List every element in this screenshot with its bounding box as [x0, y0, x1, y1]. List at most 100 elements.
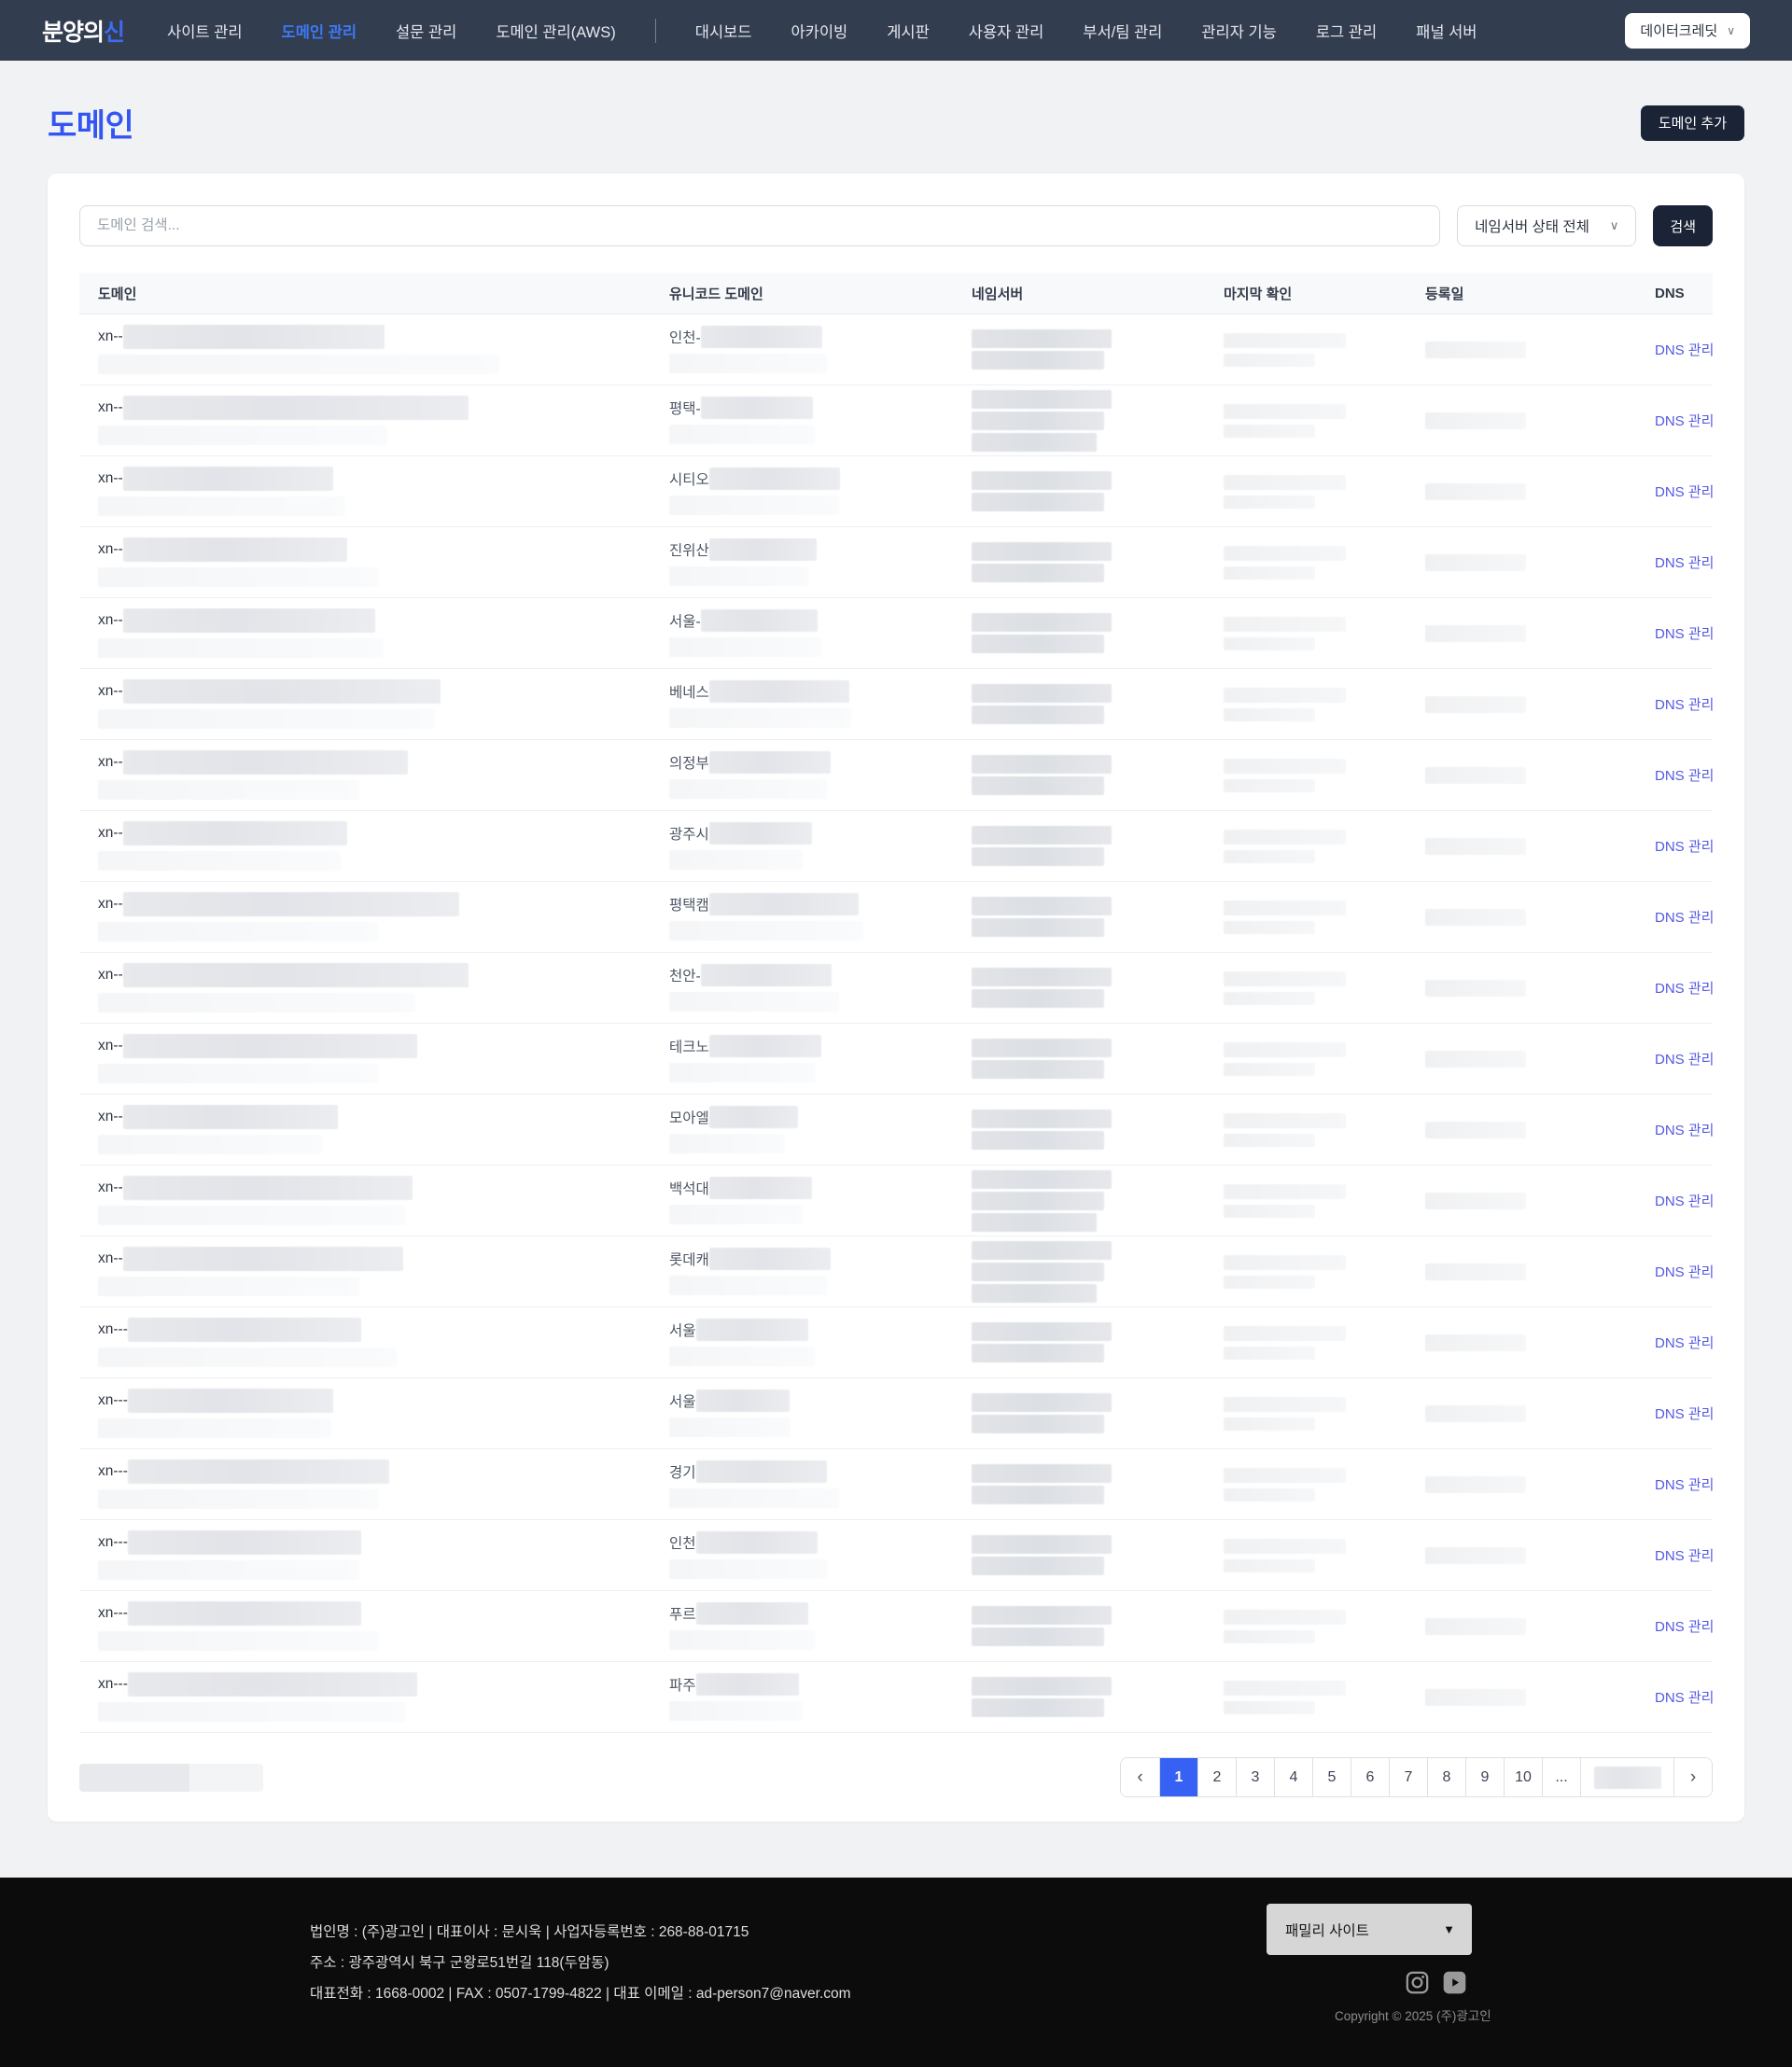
dns-manage-link[interactable]: DNS 관리 — [1655, 555, 1714, 571]
nav-item-부서/팀 관리[interactable]: 부서/팀 관리 — [1083, 20, 1162, 42]
dns-manage-link[interactable]: DNS 관리 — [1655, 1406, 1714, 1422]
redacted-block — [972, 471, 1112, 490]
redacted-block — [709, 822, 812, 845]
dns-manage-link[interactable]: DNS 관리 — [1655, 1052, 1714, 1068]
cell-last-check — [1205, 1397, 1407, 1431]
nav-item-관리자 기능[interactable]: 관리자 기능 — [1201, 20, 1276, 42]
unicode-prefix: 인천 — [669, 1532, 696, 1553]
redacted-block — [701, 964, 832, 986]
dns-manage-link[interactable]: DNS 관리 — [1655, 1477, 1714, 1493]
chevron-down-icon: ∨ — [1727, 24, 1735, 37]
nav-item-사이트 관리[interactable]: 사이트 관리 — [167, 20, 242, 42]
dns-manage-link[interactable]: DNS 관리 — [1655, 1264, 1714, 1280]
cell-last-check — [1205, 830, 1407, 863]
redacted-block — [1224, 1042, 1346, 1057]
cell-registered-date — [1407, 1476, 1636, 1493]
youtube-icon[interactable] — [1442, 1970, 1467, 1995]
pagination-page-4[interactable]: 4 — [1274, 1758, 1312, 1796]
cell-unicode-domain: 인천 — [651, 1531, 953, 1579]
nav-item-아카이빙[interactable]: 아카이빙 — [791, 20, 848, 42]
redacted-block — [972, 1263, 1104, 1281]
nav-divider — [655, 19, 656, 43]
dns-manage-link[interactable]: DNS 관리 — [1655, 910, 1714, 926]
pagination-page-9[interactable]: 9 — [1465, 1758, 1504, 1796]
add-domain-button[interactable]: 도메인 추가 — [1641, 105, 1744, 141]
pagination-page-5[interactable]: 5 — [1312, 1758, 1351, 1796]
cell-unicode-domain: 롯데캐 — [651, 1248, 953, 1295]
redacted-block — [972, 1284, 1097, 1303]
dns-manage-link[interactable]: DNS 관리 — [1655, 1194, 1714, 1209]
cell-registered-date — [1407, 1547, 1636, 1564]
pagination-next-button[interactable]: › — [1673, 1758, 1712, 1796]
brand-logo[interactable]: 분양의신 — [42, 14, 124, 48]
search-button[interactable]: 검색 — [1653, 205, 1713, 246]
redacted-block — [972, 968, 1112, 986]
redacted-block — [972, 897, 1112, 915]
domain-line: xn--- — [98, 1318, 651, 1342]
domain-search-input[interactable] — [79, 205, 1440, 246]
redacted-block — [128, 1389, 333, 1413]
dns-manage-link[interactable]: DNS 관리 — [1655, 484, 1714, 500]
dns-manage-link[interactable]: DNS 관리 — [1655, 626, 1714, 642]
redacted-block — [1224, 566, 1315, 580]
nameserver-status-filter[interactable]: 네임서버 상태 전체 ∨ — [1457, 205, 1636, 246]
unicode-line: 진위산 — [669, 538, 953, 561]
pagination-page-2[interactable]: 2 — [1197, 1758, 1236, 1796]
dns-manage-link[interactable]: DNS 관리 — [1655, 768, 1714, 784]
redacted-block — [972, 1039, 1112, 1057]
pagination-page-7[interactable]: 7 — [1389, 1758, 1427, 1796]
cell-registered-date — [1407, 1193, 1636, 1209]
nav-item-사용자 관리[interactable]: 사용자 관리 — [969, 20, 1043, 42]
redacted-block — [1224, 617, 1346, 632]
pagination-page-6[interactable]: 6 — [1351, 1758, 1389, 1796]
cell-unicode-domain: 모아엘 — [651, 1106, 953, 1153]
instagram-icon[interactable] — [1405, 1970, 1430, 1995]
dns-manage-link[interactable]: DNS 관리 — [1655, 1619, 1714, 1635]
table-header-row: 도메인 유니코드 도메인 네임서버 마지막 확인 등록일 DNS — [79, 272, 1713, 314]
nav-item-설문 관리[interactable]: 설문 관리 — [396, 20, 456, 42]
family-site-dropdown[interactable]: 패밀리 사이트 ▼ — [1267, 1904, 1472, 1955]
pagination-page-10[interactable]: 10 — [1504, 1758, 1542, 1796]
dns-manage-link[interactable]: DNS 관리 — [1655, 839, 1714, 855]
pagination-page-...[interactable]: ... — [1542, 1758, 1580, 1796]
redacted-block — [709, 680, 849, 703]
dns-manage-link[interactable]: DNS 관리 — [1655, 1123, 1714, 1138]
dns-manage-link[interactable]: DNS 관리 — [1655, 413, 1714, 429]
dns-manage-link[interactable]: DNS 관리 — [1655, 342, 1714, 358]
redacted-block — [123, 821, 347, 845]
pagination-page-8[interactable]: 8 — [1427, 1758, 1465, 1796]
nav-item-대시보드[interactable]: 대시보드 — [695, 20, 752, 42]
redacted-block — [972, 684, 1112, 703]
dns-manage-link[interactable]: DNS 관리 — [1655, 1548, 1714, 1564]
cell-registered-date — [1407, 1405, 1636, 1422]
table-row: xn--인천-DNS 관리 — [79, 314, 1713, 385]
redacted-block — [709, 1177, 812, 1199]
redacted-block — [972, 1192, 1104, 1210]
redacted-block — [1224, 1063, 1315, 1076]
redacted-block — [1224, 1134, 1315, 1147]
pagination-page-3[interactable]: 3 — [1236, 1758, 1274, 1796]
table-body: xn--인천-DNS 관리xn--평택-DNS 관리xn--시티오DNS 관리x… — [79, 314, 1713, 1733]
data-credit-button[interactable]: 데이터크레딧 ∨ — [1625, 13, 1750, 49]
nav-item-로그 관리[interactable]: 로그 관리 — [1316, 20, 1377, 42]
nav-item-패널 서버[interactable]: 패널 서버 — [1416, 20, 1477, 42]
cell-registered-date — [1407, 483, 1636, 500]
redacted-block — [1594, 1767, 1661, 1789]
dns-manage-link[interactable]: DNS 관리 — [1655, 981, 1714, 997]
unicode-prefix: 롯데캐 — [669, 1249, 709, 1269]
domain-line: xn-- — [98, 750, 651, 775]
table-row: xn--의정부DNS 관리 — [79, 740, 1713, 811]
redacted-block — [1224, 1630, 1315, 1643]
pagination-prev-button[interactable]: ‹ — [1121, 1758, 1159, 1796]
dns-manage-link[interactable]: DNS 관리 — [1655, 1690, 1714, 1706]
cell-last-check — [1205, 333, 1407, 367]
cell-unicode-domain: 평택캠 — [651, 893, 953, 941]
pagination-page-1[interactable]: 1 — [1159, 1758, 1197, 1796]
redacted-block — [123, 1105, 338, 1129]
domain-prefix: xn-- — [98, 1109, 123, 1125]
nav-item-도메인 관리[interactable]: 도메인 관리 — [282, 20, 357, 42]
nav-item-도메인 관리(AWS)[interactable]: 도메인 관리(AWS) — [496, 20, 615, 42]
dns-manage-link[interactable]: DNS 관리 — [1655, 697, 1714, 713]
dns-manage-link[interactable]: DNS 관리 — [1655, 1335, 1714, 1351]
nav-item-게시판[interactable]: 게시판 — [887, 20, 930, 42]
